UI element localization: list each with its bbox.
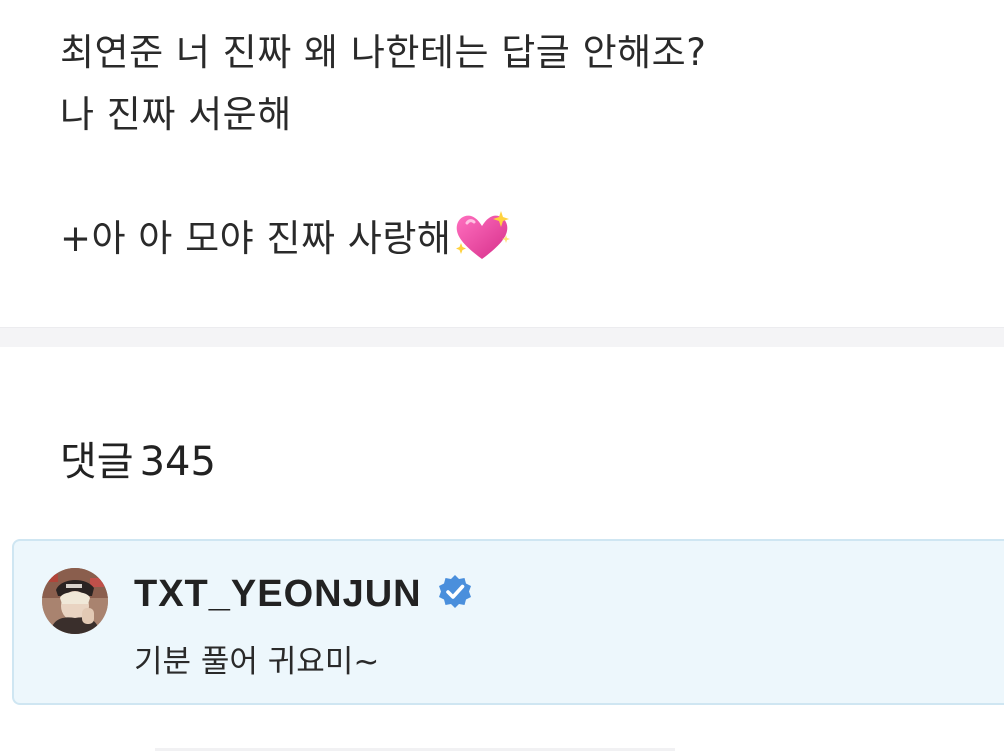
post-line-4: +아 아 모야 진짜 사랑해: [60, 208, 960, 270]
bottom-divider: [155, 748, 675, 751]
avatar[interactable]: [42, 568, 108, 634]
comment-card[interactable]: TXT_YEONJUN 기분 풀어 귀요미~: [12, 539, 1004, 705]
section-divider: [0, 327, 1004, 347]
avatar-image: [42, 568, 108, 634]
post-body: 최연준 너 진짜 왜 나한테는 답글 안해조? 나 진짜 서운해 +아 아 모야…: [60, 22, 960, 270]
verified-badge-icon: [439, 575, 471, 608]
comments-header: 댓글 345: [60, 436, 216, 488]
comment-author[interactable]: TXT_YEONJUN: [134, 571, 422, 617]
post-line-2: 나 진짜 서운해: [60, 93, 292, 136]
sparkling-heart-icon: [456, 211, 511, 259]
comments-count: 345: [139, 439, 216, 485]
comment-text: 기분 풀어 귀요미~: [134, 644, 380, 680]
post-line-blank: [60, 146, 960, 208]
comments-label: 댓글: [60, 439, 134, 485]
post-line-4-text: +아 아 모야 진짜 사랑해: [60, 217, 452, 260]
post-line-1: 최연준 너 진짜 왜 나한테는 답글 안해조?: [60, 31, 707, 74]
